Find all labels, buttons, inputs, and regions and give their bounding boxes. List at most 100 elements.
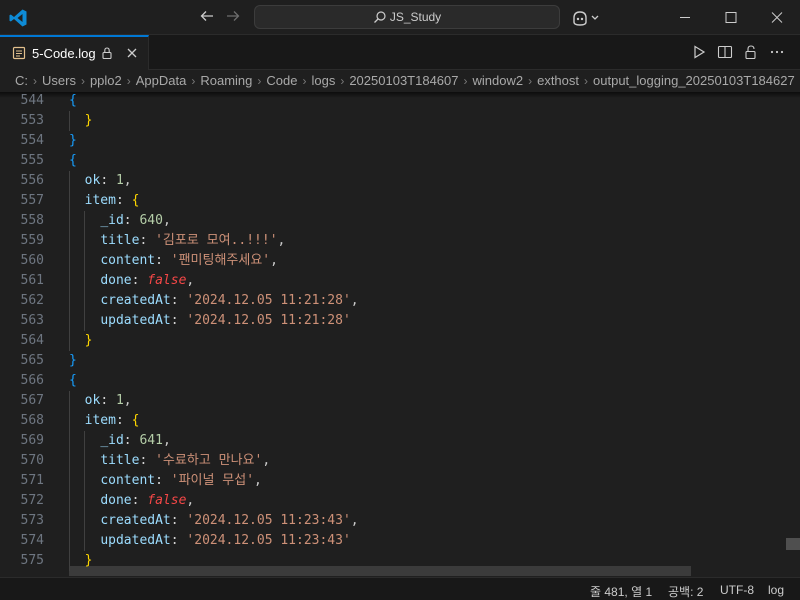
breadcrumb-segment[interactable]: output_logging_20250103T184627: [593, 73, 795, 88]
lock-icon: [102, 47, 112, 60]
code-text: done: false,: [100, 493, 195, 508]
breadcrumb: C: › Users › pplo2 › AppData › Roaming › Code › logs…: [0, 70, 800, 92]
breadcrumb-segment[interactable]: window2: [473, 73, 524, 88]
status-bar: 줄 481, 열 1 공백: 2 UTF-8 log: [0, 577, 800, 600]
code-line[interactable]: 574 updatedAt: '2024.12.05 11:23:43': [0, 531, 800, 551]
chevron-right-icon: ›: [257, 74, 262, 88]
close-icon[interactable]: [124, 45, 140, 61]
log-file-icon: [12, 46, 26, 60]
minimize-button[interactable]: [662, 0, 708, 35]
code-line[interactable]: 571 content: '파이널 무섭',: [0, 471, 800, 491]
breadcrumb-segment[interactable]: C:: [15, 73, 28, 88]
tab-bar: 5-Code.log: [0, 35, 800, 70]
code-text: ok: 1,: [84, 173, 132, 188]
back-arrow-icon[interactable]: [197, 8, 217, 28]
line-number: 553: [20, 113, 44, 128]
code-text: _id: 640,: [100, 213, 171, 228]
breadcrumb-segment[interactable]: AppData: [136, 73, 187, 88]
chevron-right-icon: ›: [528, 74, 533, 88]
line-number: 575: [20, 553, 44, 568]
code-text: }: [84, 333, 93, 348]
code-text: {: [69, 153, 77, 168]
line-number: 573: [20, 513, 44, 528]
chevron-right-icon: ›: [33, 74, 37, 88]
title-bar: JS_Study: [0, 0, 800, 35]
line-number: 564: [20, 333, 44, 348]
code-line[interactable]: 554}: [0, 131, 800, 151]
more-actions-icon[interactable]: [769, 44, 785, 60]
tab-5-code-log[interactable]: 5-Code.log: [0, 35, 149, 70]
language-mode[interactable]: log: [768, 583, 784, 597]
code-line[interactable]: 558 _id: 640,: [0, 211, 800, 231]
search-text: JS_Study: [389, 10, 442, 24]
breadcrumb-segment[interactable]: 20250103T184607: [349, 73, 458, 88]
line-number: 574: [20, 533, 44, 548]
chevron-right-icon: ›: [80, 74, 85, 88]
code-line[interactable]: 569 _id: 641,: [0, 431, 800, 451]
chevron-right-icon: ›: [191, 74, 196, 88]
code-text: createdAt: '2024.12.05 11:21:28',: [100, 293, 359, 308]
code-line[interactable]: 564 }: [0, 331, 800, 351]
line-number: 557: [20, 193, 44, 208]
code-line[interactable]: 555 {: [0, 151, 800, 171]
code-text: {: [69, 373, 77, 388]
code-line[interactable]: 559 title: '김포로 모여..!!!',: [0, 231, 800, 251]
editor[interactable]: 544{553 } 554} 555{556 ok: 1, 557 item: {55…: [0, 92, 800, 577]
line-number: 554: [20, 133, 44, 148]
code-line[interactable]: 570 title: '수료하고 만나요',: [0, 451, 800, 471]
code-line[interactable]: 575 }: [0, 551, 800, 571]
chevron-right-icon: ›: [463, 74, 468, 88]
line-number: 565: [20, 353, 44, 368]
code-text: _id: 641,: [100, 433, 171, 448]
cursor-position[interactable]: 줄 481, 열 1: [590, 583, 652, 600]
code-text: done: false,: [100, 273, 195, 288]
command-center-search[interactable]: JS_Study: [254, 5, 560, 29]
unlock-icon[interactable]: [743, 44, 759, 60]
code-line[interactable]: 565}: [0, 351, 800, 371]
indentation[interactable]: 공백: 2: [668, 583, 703, 600]
code-text: title: '수료하고 만나요',: [100, 453, 271, 468]
code-line[interactable]: 566 {: [0, 371, 800, 391]
line-number: 567: [20, 393, 44, 408]
line-number: 555: [20, 153, 44, 168]
breadcrumb-segment[interactable]: Roaming: [200, 73, 252, 88]
close-window-button[interactable]: [754, 0, 800, 35]
line-number: 562: [20, 293, 44, 308]
code-text: createdAt: '2024.12.05 11:23:43',: [100, 513, 359, 528]
code-line[interactable]: 563 updatedAt: '2024.12.05 11:21:28': [0, 311, 800, 331]
breadcrumb-segment[interactable]: Code: [266, 73, 297, 88]
breadcrumb-segment[interactable]: Users: [42, 73, 76, 88]
copilot-icon[interactable]: [571, 8, 603, 28]
code-text: item: {: [84, 413, 140, 428]
code-line[interactable]: 557 item: {: [0, 191, 800, 211]
code-line[interactable]: 560 content: '팬미팅해주세요',: [0, 251, 800, 271]
code-text: }: [84, 553, 93, 568]
code-line[interactable]: 568 item: {: [0, 411, 800, 431]
line-number: 570: [20, 453, 44, 468]
encoding[interactable]: UTF-8: [720, 583, 754, 597]
line-number: 559: [20, 233, 44, 248]
code-text: }: [84, 113, 93, 128]
code-line[interactable]: 573 createdAt: '2024.12.05 11:23:43',: [0, 511, 800, 531]
breadcrumb-segment[interactable]: exthost: [537, 73, 579, 88]
code-text: updatedAt: '2024.12.05 11:21:28': [100, 313, 351, 328]
chevron-right-icon: ›: [126, 74, 131, 88]
forward-arrow-icon[interactable]: [223, 8, 243, 28]
code-line[interactable]: 562 createdAt: '2024.12.05 11:21:28',: [0, 291, 800, 311]
code-text: ok: 1,: [84, 393, 132, 408]
run-icon[interactable]: [691, 44, 707, 60]
breadcrumb-segment[interactable]: logs: [311, 73, 335, 88]
code-text: }: [69, 353, 77, 368]
code-line[interactable]: 567 ok: 1,: [0, 391, 800, 411]
breadcrumb-segment[interactable]: pplo2: [90, 73, 122, 88]
split-editor-icon[interactable]: [717, 44, 733, 60]
line-number: 556: [20, 173, 44, 188]
code-line[interactable]: 553 }: [0, 111, 800, 131]
code-line[interactable]: 572 done: false,: [0, 491, 800, 511]
code-text: content: '팬미팅해주세요',: [100, 253, 278, 268]
code-line[interactable]: 556 ok: 1,: [0, 171, 800, 191]
maximize-button[interactable]: [708, 0, 754, 35]
code-line[interactable]: 561 done: false,: [0, 271, 800, 291]
code-line[interactable]: 544 {: [0, 92, 800, 111]
code-text: item: {: [84, 193, 140, 208]
